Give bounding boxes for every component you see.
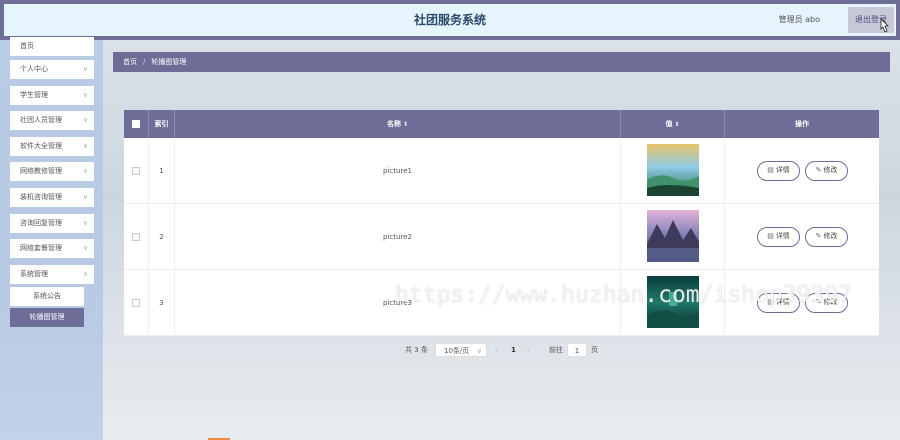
row-select-cell [124,270,149,336]
chevron-up-icon: ∧ [82,270,88,278]
row-index: 2 [149,204,175,270]
document-icon: ▤ [767,232,774,240]
sidebar-item-label: 学生管理 [20,91,48,99]
sidebar-item-label: 社团人员管理 [20,116,62,124]
detail-button-label: 详情 [775,232,790,240]
detail-button-label: 详情 [775,166,790,174]
column-header-index: 索引 [149,110,175,138]
page-number-current[interactable]: 1 [511,343,516,357]
sort-icon: ⇕ [402,121,409,128]
carousel-thumbnail-image[interactable] [647,210,699,262]
sidebar-item-home[interactable]: 首页 [10,37,94,56]
chevron-down-icon: ∨ [476,347,482,355]
page-unit-label: 页 [591,346,598,354]
goto-page-input[interactable]: 1 [567,343,587,357]
sidebar-item-label: 系统管理 [20,270,48,278]
row-value-cell [621,138,725,204]
page-size-value: 10条/页 [444,347,470,355]
edit-button[interactable]: ✎ 修改 [805,161,848,181]
sidebar-item-profile[interactable]: 个人中心 ∨ [10,60,94,79]
chevron-down-icon: ∨ [82,193,88,201]
sidebar-item-label: 咨询回复管理 [20,219,62,227]
column-header-name[interactable]: 名称 ⇕ [175,110,621,138]
select-all-checkbox[interactable] [132,120,140,128]
sidebar-item-label: 个人中心 [20,65,48,73]
column-header-value-label: 值 [665,120,673,128]
sidebar-item-install-consult[interactable]: 装机咨询管理 ∨ [10,188,94,207]
row-name: picture2 [175,204,621,270]
chevron-down-icon: ∨ [82,116,88,124]
watermark-text: https://www.huzhan.com/ishop39397 [395,282,852,308]
app-title: 社团服务系统 [413,13,486,27]
sidebar-subitem-announcements[interactable]: 系统公告 [10,287,84,306]
breadcrumb-current: 轮播图管理 [151,58,187,66]
current-user-label: 管理员 abo [778,15,820,24]
sidebar-item-club-members[interactable]: 社团人员管理 ∨ [10,111,94,130]
edit-button-label: 修改 [823,232,838,240]
edit-button[interactable]: ✎ 修改 [805,227,848,247]
table-row: 2 picture2 ▤ 详情 ✎ 修改 [124,204,879,270]
sidebar-item-label: 网络教修管理 [20,167,62,175]
document-icon: ▤ [767,166,774,174]
mouse-pointer-icon [880,18,889,33]
table-row: 1 picture1 ▤ 详情 ✎ 修改 [124,138,879,204]
edit-button-label: 修改 [823,166,838,174]
sidebar-item-label: 网络套餐管理 [20,244,62,252]
header-panel: 社团服务系统 管理员 abo 退出登录 [4,4,896,36]
breadcrumb-home[interactable]: 首页 [123,58,137,66]
chevron-down-icon: ∨ [82,91,88,99]
row-actions: ▤ 详情 ✎ 修改 [725,138,879,204]
row-checkbox[interactable] [132,233,140,241]
pagination-total: 共 3 条 [405,346,428,354]
sidebar-item-label: 软件大全管理 [20,142,62,150]
chevron-down-icon: ∨ [82,142,88,150]
sidebar: 首页 个人中心 ∨ 学生管理 ∨ 社团人员管理 ∨ 软件大全管理 ∨ 网络教修管理 ∨ 装… [0,37,103,440]
column-header-name-label: 名称 [386,120,401,128]
header-select-all [124,110,149,138]
sort-icon: ⇕ [674,121,680,128]
row-index: 1 [149,138,175,204]
detail-button[interactable]: ▤ 详情 [757,227,800,247]
row-actions: ▤ 详情 ✎ 修改 [725,204,879,270]
row-checkbox[interactable] [132,299,140,307]
breadcrumb-separator: / [143,58,146,66]
row-value-cell [621,204,725,270]
sidebar-item-network-plans[interactable]: 网络套餐管理 ∨ [10,239,94,258]
chevron-down-icon: ∨ [82,65,88,73]
sidebar-item-software[interactable]: 软件大全管理 ∨ [10,137,94,156]
prev-page-icon[interactable]: ‹ [495,343,498,357]
next-page-icon[interactable]: › [527,343,530,357]
breadcrumb: 首页 / 轮播图管理 [113,52,890,72]
sidebar-item-consult-reply[interactable]: 咨询回复管理 ∨ [10,214,94,233]
page-size-select[interactable]: 10条/页 ∨ [435,343,487,357]
sidebar-subitem-carousel[interactable]: 轮播图管理 [10,308,84,327]
sidebar-item-system[interactable]: 系统管理 ∧ [10,265,94,284]
pencil-icon: ✎ [815,232,822,240]
detail-button[interactable]: ▤ 详情 [757,161,800,181]
row-checkbox[interactable] [132,167,140,175]
carousel-thumbnail-image[interactable] [647,144,699,196]
chevron-down-icon: ∨ [82,167,88,175]
pencil-icon: ✎ [815,166,822,174]
row-select-cell [124,204,149,270]
sidebar-item-network-repair[interactable]: 网络教修管理 ∨ [10,162,94,181]
row-name: picture1 [175,138,621,204]
goto-label: 前往 [549,346,563,354]
sidebar-item-students[interactable]: 学生管理 ∨ [10,86,94,105]
chevron-down-icon: ∨ [82,244,88,252]
table-header: 索引 名称 ⇕ 值 ⇕ 操作 [124,110,879,138]
chevron-down-icon: ∨ [82,219,88,227]
row-select-cell [124,138,149,204]
sidebar-item-label: 装机咨询管理 [20,193,62,201]
top-bar: 社团服务系统 管理员 abo 退出登录 [0,0,900,40]
column-header-value[interactable]: 值 ⇕ [621,110,725,138]
sidebar-item-label: 首页 [20,42,34,50]
row-index: 3 [149,270,175,336]
column-header-actions: 操作 [795,120,809,128]
